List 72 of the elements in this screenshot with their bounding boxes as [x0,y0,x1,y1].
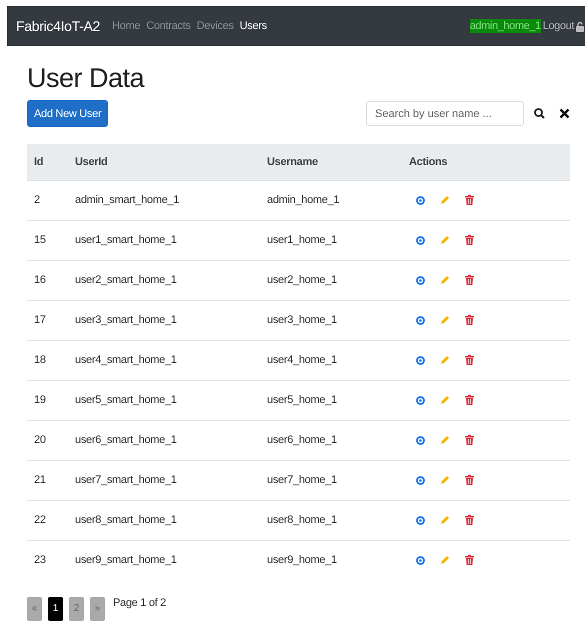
eye-icon[interactable] [416,556,425,565]
table-cell: 18 [27,340,68,380]
search-field[interactable]: Search by user name ... [366,101,524,126]
nav-link[interactable]: Contracts [146,20,191,32]
table-cell: user2_home_1 [260,260,402,300]
trash-icon[interactable] [465,555,474,566]
column-header: Id [27,144,68,180]
eye-icon[interactable] [416,196,425,205]
next-page-button[interactable]: » [90,596,105,621]
trash-icon[interactable] [465,235,474,246]
table-cell: user5_home_1 [260,380,402,420]
column-header: Username [260,144,402,180]
trash-icon[interactable] [465,195,474,206]
table-cell: 17 [27,300,68,340]
table-cell: admin_home_1 [260,180,402,220]
previous-page-button[interactable]: « [27,596,42,621]
eye-icon[interactable] [416,276,425,285]
trash-icon[interactable] [465,435,474,446]
table-cell: 22 [27,500,68,540]
eye-icon[interactable] [416,476,425,485]
table-cell: 20 [27,420,68,460]
trash-icon[interactable] [465,275,474,286]
table-cell: user2_smart_home_1 [68,260,260,300]
table-cell: user8_smart_home_1 [68,500,260,540]
table-cell: user8_home_1 [260,500,402,540]
table-cell: user7_smart_home_1 [68,460,260,500]
table-cell: 21 [27,460,68,500]
table-cell: admin_smart_home_1 [68,180,260,220]
trash-icon[interactable] [465,395,474,406]
column-header: UserId [68,144,260,180]
eye-icon[interactable] [416,236,425,245]
page-button[interactable]: 2 [69,596,84,621]
table-cell: user9_home_1 [260,540,402,580]
user-name: admin_home_1 [470,19,541,33]
table-cell: 2 [27,180,68,220]
page-button[interactable]: 1 [48,596,63,621]
table-cell: user7_home_1 [260,460,402,500]
column-header: Actions [402,144,570,180]
page-info: Page 1 of 2 [113,596,166,609]
eye-icon[interactable] [416,396,425,405]
trash-icon[interactable] [465,515,474,526]
page-title: User Data [27,64,146,94]
trash-icon[interactable] [465,315,474,326]
table-cell: user3_home_1 [260,300,402,340]
search-icon[interactable] [534,108,545,120]
table-cell: user5_smart_home_1 [68,380,260,420]
nav-link[interactable]: Home [112,20,140,32]
eye-icon[interactable] [416,356,425,365]
table-cell: user6_home_1 [260,420,402,460]
nav-link[interactable]: Devices [196,20,234,32]
eye-icon[interactable] [416,436,425,445]
table-cell: 23 [27,540,68,580]
trash-icon[interactable] [465,475,474,486]
trash-icon[interactable] [465,355,474,366]
table-cell: user9_smart_home_1 [68,540,260,580]
table-cell: user3_smart_home_1 [68,300,260,340]
table-cell: user4_smart_home_1 [68,340,260,380]
table-cell: user1_smart_home_1 [68,220,260,260]
eye-icon[interactable] [416,316,425,325]
close-icon[interactable] [559,108,570,120]
eye-icon[interactable] [416,516,425,525]
table-cell: user1_home_1 [260,220,402,260]
nav-link[interactable]: Users [240,20,267,32]
table-cell: 15 [27,220,68,260]
logout-link[interactable]: Logout [542,20,574,32]
add-user-button[interactable]: Add New User [27,100,108,128]
table-cell: 16 [27,260,68,300]
table-cell: user4_home_1 [260,340,402,380]
table-cell: 19 [27,380,68,420]
lock-icon[interactable] [576,20,584,32]
brand-link[interactable]: Fabric4IoT-A2 [16,18,100,34]
table-cell: user6_smart_home_1 [68,420,260,460]
